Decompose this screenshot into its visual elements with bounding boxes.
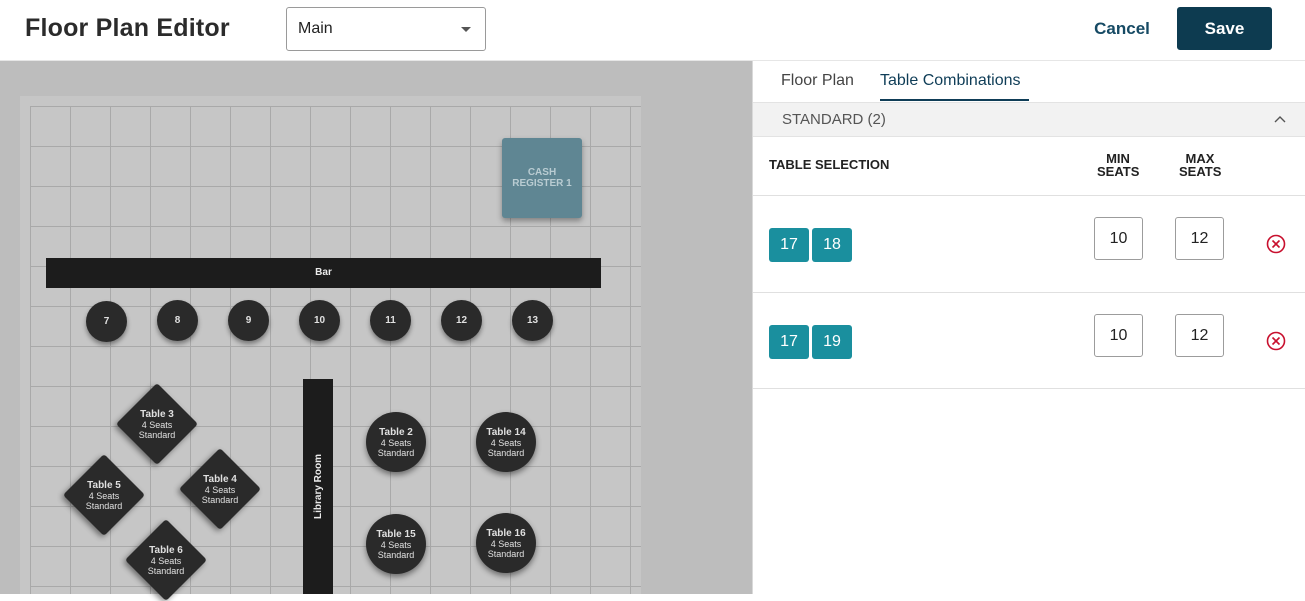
table-2[interactable]: Table 2 4 Seats Standard <box>366 412 426 472</box>
table-chip[interactable]: 19 <box>812 325 852 359</box>
top-bar: Floor Plan Editor Main Cancel Save <box>0 0 1305 61</box>
table-name: Table 15 <box>376 528 416 540</box>
stool-9[interactable]: 9 <box>228 300 269 341</box>
cancel-button[interactable]: Cancel <box>1085 12 1159 46</box>
table-seats: 4 Seats <box>150 555 182 566</box>
table-name: Table 6 <box>149 544 183 556</box>
min-seats-input[interactable]: 10 <box>1094 217 1143 260</box>
table-name: Table 16 <box>486 527 526 539</box>
table-seats: 4 Seats <box>490 538 522 549</box>
table-chip[interactable]: 17 <box>769 228 809 262</box>
library-room-label-wrap: Library Room <box>303 379 333 594</box>
stool-12[interactable]: 12 <box>441 300 482 341</box>
library-room-label: Library Room <box>312 453 324 520</box>
table-type: Standard <box>147 565 185 576</box>
table-15[interactable]: Table 15 4 Seats Standard <box>366 514 426 574</box>
table-seats: 4 Seats <box>88 490 120 501</box>
remove-circle-icon[interactable] <box>1266 331 1286 351</box>
max-seats-input[interactable]: 12 <box>1175 217 1224 260</box>
table-name: Table 5 <box>87 479 121 491</box>
section-standard-header[interactable]: STANDARD (2) <box>753 102 1305 137</box>
stool-7[interactable]: 7 <box>86 301 127 342</box>
stool-10[interactable]: 10 <box>299 300 340 341</box>
table-16[interactable]: Table 16 4 Seats Standard <box>476 513 536 573</box>
stool-11[interactable]: 11 <box>370 300 411 341</box>
cash-register-label: CASH REGISTER 1 <box>512 167 572 189</box>
table-seats: 4 Seats <box>141 419 173 430</box>
table-name: Table 3 <box>140 408 174 420</box>
remove-circle-icon[interactable] <box>1266 234 1286 254</box>
caret-down-icon <box>461 27 471 32</box>
table-type: Standard <box>201 494 239 505</box>
cash-register[interactable]: CASH REGISTER 1 <box>502 138 582 218</box>
stool-8[interactable]: 8 <box>157 300 198 341</box>
chevron-up-icon[interactable] <box>1274 113 1286 125</box>
max-seats-input[interactable]: 12 <box>1175 314 1224 357</box>
active-tab-indicator <box>880 99 1029 101</box>
stool-13[interactable]: 13 <box>512 300 553 341</box>
table-chip[interactable]: 18 <box>812 228 852 262</box>
table-type: Standard <box>377 549 415 560</box>
section-label: STANDARD (2) <box>782 111 886 128</box>
table-5[interactable]: Table 5 4 Seats Standard <box>64 475 144 515</box>
column-header-min-seats: MIN SEATS <box>1097 152 1139 178</box>
table-type: Standard <box>85 500 123 511</box>
min-seats-input[interactable]: 10 <box>1094 314 1143 357</box>
column-header-table-selection: TABLE SELECTION <box>769 157 890 172</box>
tab-floor-plan[interactable]: Floor Plan <box>781 72 854 90</box>
combination-row: 17 18 10 12 <box>753 195 1305 292</box>
save-button[interactable]: Save <box>1177 7 1272 50</box>
min-label-line2: SEATS <box>1097 164 1140 179</box>
table-3[interactable]: Table 3 4 Seats Standard <box>117 404 197 444</box>
table-name: Table 14 <box>486 426 526 438</box>
floor-select-value: Main <box>298 20 333 37</box>
table-combinations-panel: Floor Plan Table Combinations STANDARD (… <box>752 61 1305 594</box>
column-header-max-seats: MAX SEATS <box>1179 152 1221 178</box>
tab-table-combinations[interactable]: Table Combinations <box>880 72 1021 90</box>
table-type: Standard <box>487 548 525 559</box>
table-seats: 4 Seats <box>490 437 522 448</box>
table-type: Standard <box>487 447 525 458</box>
table-4[interactable]: Table 4 4 Seats Standard <box>180 469 260 509</box>
table-type: Standard <box>377 447 415 458</box>
table-chip[interactable]: 17 <box>769 325 809 359</box>
table-name: Table 2 <box>379 426 413 438</box>
combination-row: 17 19 10 12 <box>753 292 1305 389</box>
bar-counter[interactable]: Bar <box>46 258 601 288</box>
table-seats: 4 Seats <box>380 539 412 550</box>
max-label-line2: SEATS <box>1179 164 1222 179</box>
table-seats: 4 Seats <box>380 437 412 448</box>
table-name: Table 4 <box>203 473 237 485</box>
table-seats: 4 Seats <box>204 484 236 495</box>
table-14[interactable]: Table 14 4 Seats Standard <box>476 412 536 472</box>
floor-select[interactable]: Main <box>286 7 486 51</box>
table-type: Standard <box>138 429 176 440</box>
page-title: Floor Plan Editor <box>25 14 230 42</box>
table-6[interactable]: Table 6 4 Seats Standard <box>126 540 206 580</box>
